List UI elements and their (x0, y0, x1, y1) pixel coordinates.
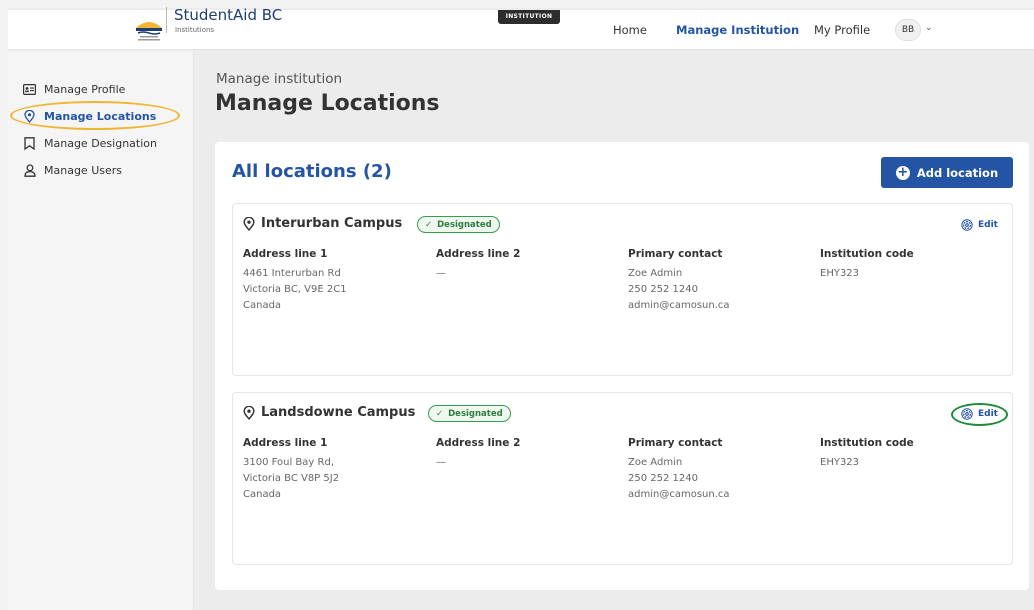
nav-home-link[interactable]: Home (613, 23, 647, 37)
address1-value: 4461 Interurban Rd Victoria BC, V9E 2C1 … (243, 266, 347, 314)
column-header-code: Institution code (820, 437, 914, 449)
logo-separator (166, 7, 167, 33)
address-line: Canada (243, 300, 282, 311)
address1-value: 3100 Foul Bay Rd, Victoria BC V8P 5J2 Ca… (243, 455, 339, 503)
contact-phone: 250 252 1240 (628, 473, 698, 484)
column-header-contact: Primary contact (628, 437, 723, 449)
location-pin-icon (23, 109, 36, 123)
edit-location-button[interactable]: Edit (961, 219, 998, 231)
contact-value: Zoe Admin 250 252 1240 admin@camosun.ca (628, 455, 730, 503)
sidebar-item-label: Manage Designation (44, 136, 157, 150)
location-name: Landsdowne Campus (243, 405, 415, 420)
status-badge-label: Designated (448, 408, 503, 419)
column-header-address2: Address line 2 (436, 437, 521, 449)
column-header-code: Institution code (820, 248, 914, 260)
gear-icon (961, 408, 973, 420)
brand-title[interactable]: StudentAid BC (174, 6, 282, 24)
contact-name: Zoe Admin (628, 268, 683, 279)
user-icon (23, 163, 36, 177)
plus-circle-icon: + (895, 164, 910, 180)
contact-email: admin@camosun.ca (628, 300, 730, 311)
column-header-address1: Address line 1 (243, 248, 328, 260)
address2-value: — (436, 457, 446, 468)
nav-manage-institution-link[interactable]: Manage Institution (676, 23, 799, 37)
location-name: Interurban Campus (243, 216, 402, 231)
edit-label: Edit (978, 409, 998, 419)
address-line: 4461 Interurban Rd (243, 268, 341, 279)
brand-subtitle: Institutions (175, 26, 215, 34)
status-badge: ✓ Designated (428, 405, 511, 422)
page-title: Manage Locations (215, 91, 440, 116)
column-header-address1: Address line 1 (243, 437, 328, 449)
add-location-button[interactable]: + Add location (881, 157, 1013, 188)
contact-phone: 250 252 1240 (628, 284, 698, 295)
location-pin-icon (243, 405, 255, 420)
checkmark-icon: ✓ (436, 408, 444, 419)
location-name-text: Interurban Campus (261, 216, 403, 231)
column-header-address2: Address line 2 (436, 248, 521, 260)
edit-label: Edit (978, 220, 998, 230)
sidebar-item-label: Manage Users (44, 163, 122, 177)
user-avatar[interactable]: BB (895, 19, 921, 41)
address-line: 3100 Foul Bay Rd, (243, 457, 334, 468)
nav-my-profile-link[interactable]: My Profile (814, 23, 870, 37)
address-line: Victoria BC V8P 5J2 (243, 473, 340, 484)
location-name-text: Landsdowne Campus (261, 405, 416, 420)
column-header-contact: Primary contact (628, 248, 723, 260)
contact-name: Zoe Admin (628, 457, 683, 468)
institution-badge: INSTITUTION (498, 10, 560, 24)
status-badge: ✓ Designated (417, 216, 500, 233)
sidebar-item-manage-users[interactable]: Manage Users (23, 162, 122, 178)
contact-value: Zoe Admin 250 252 1240 admin@camosun.ca (628, 266, 730, 314)
id-card-icon (23, 83, 36, 96)
chevron-down-icon[interactable]: ⌄ (925, 23, 933, 33)
bc-logo-icon (136, 22, 162, 41)
status-badge-label: Designated (437, 219, 492, 230)
address-line: Victoria BC, V9E 2C1 (243, 284, 347, 295)
sidebar-item-label: Manage Locations (44, 109, 157, 123)
gear-icon (961, 219, 973, 231)
contact-email: admin@camosun.ca (628, 489, 730, 500)
address-line: Canada (243, 489, 282, 500)
add-location-label: Add location (916, 165, 999, 180)
edit-location-button[interactable]: Edit (961, 408, 998, 420)
address2-value: — (436, 268, 446, 279)
sidebar-item-manage-designation[interactable]: Manage Designation (23, 135, 157, 151)
sidebar-item-manage-profile[interactable]: Manage Profile (23, 81, 125, 97)
sidebar-item-label: Manage Profile (44, 82, 126, 96)
checkmark-icon: ✓ (425, 219, 433, 230)
sidebar-item-manage-locations[interactable]: Manage Locations (23, 108, 156, 124)
institution-code-value: EHY323 (820, 457, 860, 468)
locations-list-title: All locations (2) (232, 161, 392, 182)
breadcrumb: Manage institution (216, 71, 343, 87)
location-pin-icon (243, 216, 255, 231)
bookmark-icon (23, 136, 36, 150)
institution-code-value: EHY323 (820, 268, 860, 279)
